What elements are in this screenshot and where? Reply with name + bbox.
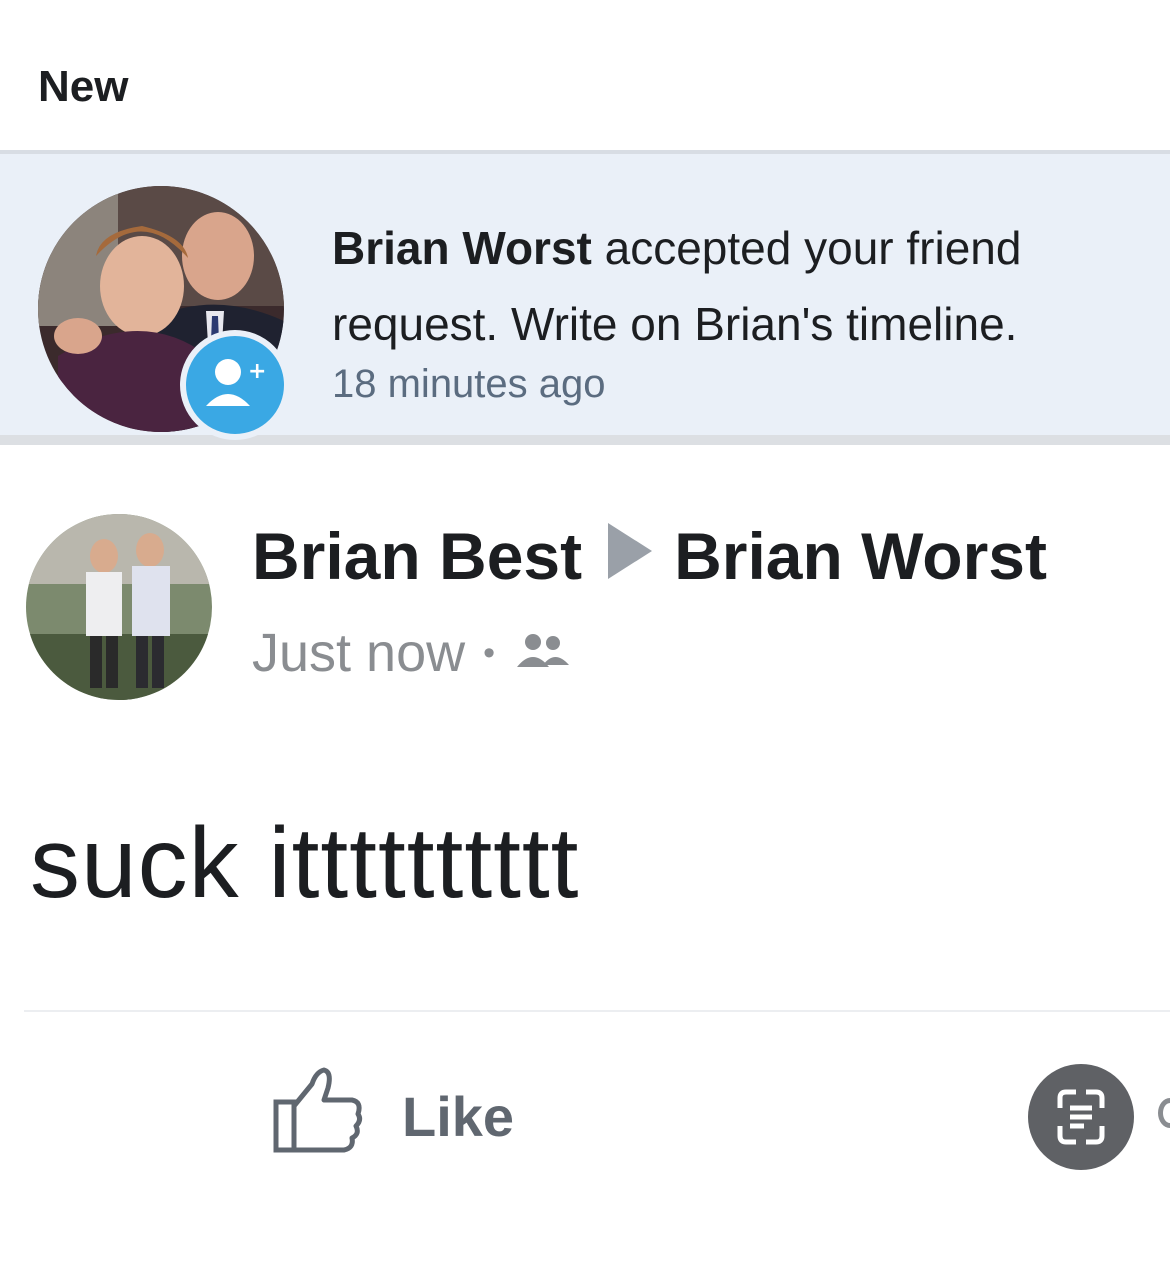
friend-request-notification[interactable]: + Brian Worst accepted your friend reque… xyxy=(0,150,1170,445)
notification-time: 18 minutes ago xyxy=(332,362,606,406)
post-timestamp[interactable]: Just now xyxy=(252,622,465,684)
notification-text: Brian Worst accepted your friend request… xyxy=(332,210,1142,362)
action-divider xyxy=(24,1010,1170,1012)
post-target-name[interactable]: Brian Worst xyxy=(674,518,1047,594)
notifications-section-header: New xyxy=(0,0,1170,150)
friends-icon[interactable] xyxy=(513,622,571,684)
add-friend-badge: + xyxy=(180,330,290,440)
post-header: Brian Best Brian Worst xyxy=(252,518,1047,594)
add-friend-icon: + xyxy=(186,359,284,438)
thumbs-up-icon xyxy=(272,1064,364,1169)
notification-actor[interactable]: Brian Worst xyxy=(332,222,592,274)
post-author-name[interactable]: Brian Best xyxy=(252,518,582,594)
svg-text:+: + xyxy=(248,359,266,384)
scan-text-icon xyxy=(1028,1089,1134,1174)
section-title: New xyxy=(38,62,129,111)
arrow-right-icon xyxy=(608,518,653,594)
comment-icon[interactable] xyxy=(1158,1098,1170,1128)
like-label: Like xyxy=(402,1085,515,1148)
like-button[interactable]: Like xyxy=(272,1064,514,1169)
scan-text-button[interactable] xyxy=(1028,1064,1134,1170)
post-author-avatar[interactable] xyxy=(26,514,212,700)
meta-separator: • xyxy=(483,633,496,672)
post-meta: Just now • xyxy=(252,622,571,684)
post-body-text: suck itttttttttt xyxy=(30,807,580,919)
